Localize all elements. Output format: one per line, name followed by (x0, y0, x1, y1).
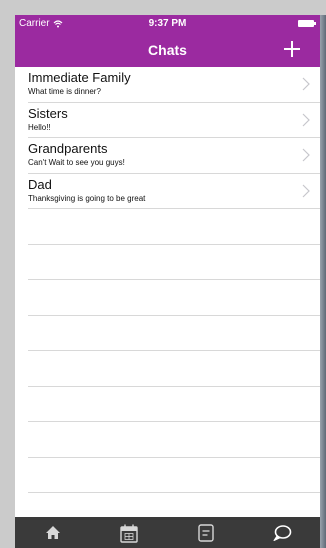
tab-calendar[interactable] (109, 520, 149, 546)
chevron-right-icon (302, 148, 310, 162)
empty-list-row (28, 458, 320, 493)
empty-list-row (28, 280, 320, 316)
chat-row-grandparents[interactable]: Grandparents Can't Wait to see you guys! (28, 138, 320, 174)
status-time: 9:37 PM (148, 18, 187, 29)
status-bar: Carrier 9:37 PM (15, 15, 320, 33)
empty-list-row (28, 245, 320, 280)
notes-icon (197, 523, 214, 542)
tab-chats[interactable] (262, 520, 302, 546)
page-title: Chats (148, 42, 187, 58)
window-edge (320, 15, 326, 548)
chat-name: Sisters (28, 105, 68, 121)
tab-notes[interactable] (186, 520, 226, 546)
chat-name: Immediate Family (28, 70, 131, 85)
chevron-right-icon (302, 77, 310, 91)
tab-bar (15, 517, 320, 548)
empty-list-row (28, 422, 320, 458)
tab-home[interactable] (33, 520, 73, 546)
battery-icon (298, 20, 316, 27)
chat-row-immediate-family[interactable]: Immediate Family What time is dinner? (28, 67, 320, 103)
chat-bubble-icon (273, 524, 292, 541)
plus-icon[interactable] (282, 39, 302, 59)
chat-name: Dad (28, 176, 52, 192)
chat-list: Immediate Family What time is dinner? Si… (15, 67, 320, 529)
chat-preview: Can't Wait to see you guys! (28, 158, 125, 167)
empty-list-row (28, 209, 320, 245)
empty-list-row (28, 316, 320, 351)
chat-row-sisters[interactable]: Sisters Hello!! (28, 103, 320, 138)
phone-screen: Carrier 9:37 PM Chats Immediate Family W… (15, 15, 320, 548)
chevron-right-icon (302, 184, 310, 197)
chevron-right-icon (302, 113, 310, 126)
empty-list-row (28, 387, 320, 422)
navigation-bar: Chats (15, 33, 320, 67)
calendar-icon (120, 524, 139, 543)
home-icon (46, 526, 61, 539)
chat-name: Grandparents (28, 141, 108, 156)
chat-preview: What time is dinner? (28, 87, 101, 96)
empty-list-row (28, 351, 320, 387)
chat-preview: Hello!! (28, 122, 51, 132)
chat-row-dad[interactable]: Dad Thanksgiving is going to be great (28, 174, 320, 209)
chat-preview: Thanksgiving is going to be great (28, 193, 146, 203)
